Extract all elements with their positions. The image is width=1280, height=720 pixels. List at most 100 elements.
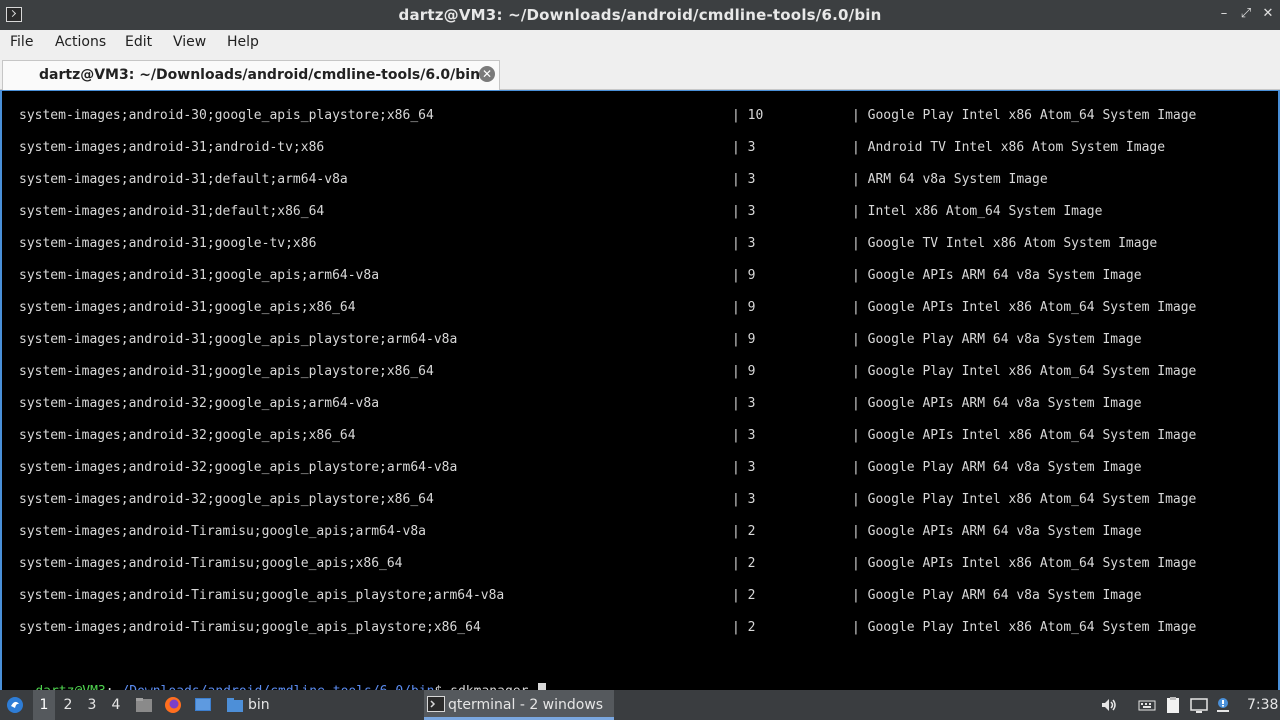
menu-edit[interactable]: Edit <box>125 34 152 50</box>
terminal-line: system-images;android-32;google_apis;x86… <box>2 428 1272 448</box>
package-version: | 2 <box>732 556 756 571</box>
taskbar: 1 2 3 4 bin qterminal - 2 windows 7:38 <box>0 690 1280 720</box>
close-button[interactable]: ✕ <box>1260 6 1276 22</box>
workspace-3[interactable]: 3 <box>81 690 103 720</box>
package-description: | Google Play ARM 64 v8a System Image <box>852 588 1142 603</box>
package-path: system-images;android-31;google_apis_pla… <box>19 332 458 347</box>
package-description: | Google APIs ARM 64 v8a System Image <box>852 524 1142 539</box>
terminal-line: system-images;android-31;android-tv;x86 |… <box>2 140 1272 160</box>
package-version: | 2 <box>732 588 756 603</box>
workspace-4[interactable]: 4 <box>105 690 127 720</box>
package-path: system-images;android-Tiramisu;google_ap… <box>19 524 426 539</box>
show-desktop-icon[interactable] <box>194 696 212 714</box>
task-qterminal[interactable]: qterminal - 2 windows <box>424 690 614 720</box>
package-version: | 3 <box>732 396 756 411</box>
minimize-button[interactable]: – <box>1216 6 1232 22</box>
terminal-line: system-images;android-31;default;x86_64 |… <box>2 204 1272 224</box>
package-path: system-images;android-32;google_apis;arm… <box>19 396 380 411</box>
package-version: | 3 <box>732 492 756 507</box>
package-description: | Google Play ARM 64 v8a System Image <box>852 332 1142 347</box>
package-path: system-images;android-Tiramisu;google_ap… <box>19 620 481 635</box>
package-version: | 2 <box>732 620 756 635</box>
terminal-line: system-images;android-31;google_apis_pla… <box>2 364 1272 384</box>
package-path: system-images;android-31;default;x86_64 <box>19 204 325 219</box>
package-description: | Google Play Intel x86 Atom_64 System I… <box>852 492 1197 507</box>
package-version: | 9 <box>732 268 756 283</box>
package-path: system-images;android-32;google_apis_pla… <box>19 460 458 475</box>
firefox-icon[interactable] <box>164 696 182 714</box>
start-menu-icon[interactable] <box>6 696 24 714</box>
terminal-line: system-images;android-32;google_apis_pla… <box>2 460 1272 480</box>
terminal-line: system-images;android-31;google_apis_pla… <box>2 332 1272 352</box>
package-description: | Google APIs Intel x86 Atom_64 System I… <box>852 300 1197 315</box>
window-titlebar[interactable]: dartz@VM3: ~/Downloads/android/cmdline-t… <box>0 0 1280 30</box>
tab-label: dartz@VM3: ~/Downloads/android/cmdline-t… <box>39 67 481 83</box>
package-description: | Google APIs Intel x86 Atom_64 System I… <box>852 556 1197 571</box>
terminal-line: system-images;android-32;google_apis;arm… <box>2 396 1272 416</box>
menu-actions[interactable]: Actions <box>55 34 106 50</box>
package-description: | Android TV Intel x86 Atom System Image <box>852 140 1166 155</box>
package-path: system-images;android-32;google_apis_pla… <box>19 492 434 507</box>
terminal-line: system-images;android-Tiramisu;google_ap… <box>2 620 1272 640</box>
terminal-line: system-images;android-Tiramisu;google_ap… <box>2 524 1272 544</box>
clock[interactable]: 7:38 <box>1247 690 1278 720</box>
terminal-line: system-images;android-Tiramisu;google_ap… <box>2 556 1272 576</box>
folder-icon <box>227 698 243 712</box>
package-version: | 3 <box>732 460 756 475</box>
tab-bar: dartz@VM3: ~/Downloads/android/cmdline-t… <box>0 56 1280 90</box>
menu-view[interactable]: View <box>173 34 206 50</box>
package-path: system-images;android-31;android-tv;x86 <box>19 140 325 155</box>
workspace-1[interactable]: 1 <box>33 690 55 720</box>
package-version: | 9 <box>732 332 756 347</box>
clipboard-icon[interactable] <box>1164 696 1182 714</box>
package-path: system-images;android-31;default;arm64-v… <box>19 172 348 187</box>
package-version: | 3 <box>732 236 756 251</box>
package-version: | 3 <box>732 204 756 219</box>
task-folder-label: bin <box>248 697 270 713</box>
window-title: dartz@VM3: ~/Downloads/android/cmdline-t… <box>398 6 882 24</box>
terminal-line: system-images;android-31;google_apis;x86… <box>2 300 1272 320</box>
terminal-task-icon <box>427 696 445 712</box>
task-folder-bin[interactable]: bin <box>224 690 270 720</box>
menubar: File Actions Edit View Help <box>0 30 1280 56</box>
package-description: | ARM 64 v8a System Image <box>852 172 1048 187</box>
package-description: | Google APIs ARM 64 v8a System Image <box>852 396 1142 411</box>
terminal-line: system-images;android-Tiramisu;google_ap… <box>2 588 1272 608</box>
menu-help[interactable]: Help <box>227 34 259 50</box>
terminal-output[interactable]: system-images;android-30;google_apis_pla… <box>0 90 1280 699</box>
terminal-line: system-images;android-31;google-tv;x86 | … <box>2 236 1272 256</box>
terminal-line: system-images;android-30;google_apis_pla… <box>2 108 1272 128</box>
package-version: | 2 <box>732 524 756 539</box>
package-path: system-images;android-Tiramisu;google_ap… <box>19 556 403 571</box>
terminal-line: system-images;android-31;default;arm64-v… <box>2 172 1272 192</box>
package-description: | Google Play Intel x86 Atom_64 System I… <box>852 620 1197 635</box>
package-path: system-images;android-31;google_apis_pla… <box>19 364 434 379</box>
terminal-tab[interactable]: dartz@VM3: ~/Downloads/android/cmdline-t… <box>2 60 500 90</box>
terminal-line: system-images;android-31;google_apis;arm… <box>2 268 1272 288</box>
screen-icon[interactable] <box>1190 696 1208 714</box>
package-path: system-images;android-Tiramisu;google_ap… <box>19 588 505 603</box>
terminal-line: system-images;android-32;google_apis_pla… <box>2 492 1272 512</box>
package-description: | Intel x86 Atom_64 System Image <box>852 204 1103 219</box>
menu-file[interactable]: File <box>10 34 33 50</box>
package-description: | Google Play ARM 64 v8a System Image <box>852 460 1142 475</box>
package-description: | Google Play Intel x86 Atom_64 System I… <box>852 108 1197 123</box>
package-path: system-images;android-31;google-tv;x86 <box>19 236 317 251</box>
notification-icon[interactable] <box>1214 696 1232 714</box>
package-version: | 3 <box>732 428 756 443</box>
package-path: system-images;android-31;google_apis;x86… <box>19 300 356 315</box>
maximize-button[interactable]: ⤢ <box>1238 6 1254 22</box>
file-manager-icon[interactable] <box>135 696 153 714</box>
package-version: | 10 <box>732 108 764 123</box>
tab-close-icon[interactable]: ✕ <box>479 66 495 82</box>
package-description: | Google TV Intel x86 Atom System Image <box>852 236 1158 251</box>
package-path: system-images;android-32;google_apis;x86… <box>19 428 356 443</box>
package-version: | 3 <box>732 172 756 187</box>
volume-icon[interactable] <box>1100 696 1118 714</box>
package-path: system-images;android-30;google_apis_pla… <box>19 108 434 123</box>
package-description: | Google Play Intel x86 Atom_64 System I… <box>852 364 1197 379</box>
package-version: | 9 <box>732 364 756 379</box>
workspace-2[interactable]: 2 <box>57 690 79 720</box>
package-description: | Google APIs ARM 64 v8a System Image <box>852 268 1142 283</box>
keyboard-icon[interactable] <box>1138 696 1156 714</box>
